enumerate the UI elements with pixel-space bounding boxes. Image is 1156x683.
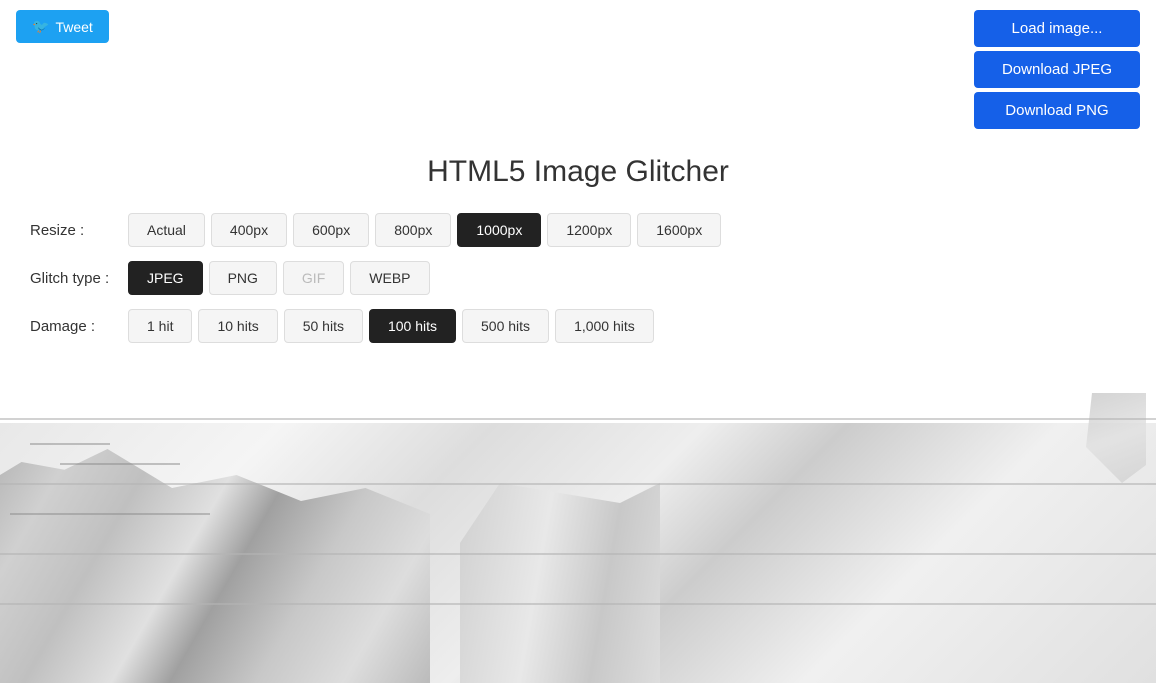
glitch-type-options: JPEG PNG GIF WEBP bbox=[128, 261, 430, 295]
glitch-gif[interactable]: GIF bbox=[283, 261, 344, 295]
damage-100hits[interactable]: 100 hits bbox=[369, 309, 456, 343]
glitch-main-right bbox=[460, 483, 660, 683]
resize-1000px[interactable]: 1000px bbox=[457, 213, 541, 247]
resize-400px[interactable]: 400px bbox=[211, 213, 287, 247]
tweet-label: Tweet bbox=[55, 19, 92, 35]
glitch-type-row: Glitch type : JPEG PNG GIF WEBP bbox=[30, 261, 1126, 295]
glitch-jpeg[interactable]: JPEG bbox=[128, 261, 203, 295]
glitch-line-1 bbox=[0, 418, 1156, 420]
resize-1600px[interactable]: 1600px bbox=[637, 213, 721, 247]
resize-1200px[interactable]: 1200px bbox=[547, 213, 631, 247]
twitter-bird-icon bbox=[32, 18, 49, 35]
resize-600px[interactable]: 600px bbox=[293, 213, 369, 247]
fragment-1 bbox=[30, 443, 110, 445]
resize-options: Actual 400px 600px 800px 1000px 1200px 1… bbox=[128, 213, 721, 247]
glitch-type-label: Glitch type : bbox=[30, 270, 120, 287]
glitch-png[interactable]: PNG bbox=[209, 261, 277, 295]
resize-row: Resize : Actual 400px 600px 800px 1000px… bbox=[30, 213, 1126, 247]
resize-label: Resize : bbox=[30, 222, 120, 239]
download-png-button[interactable]: Download PNG bbox=[974, 92, 1140, 129]
fragment-2 bbox=[60, 463, 180, 465]
resize-actual[interactable]: Actual bbox=[128, 213, 205, 247]
damage-1000hits[interactable]: 1,000 hits bbox=[555, 309, 654, 343]
damage-options: 1 hit 10 hits 50 hits 100 hits 500 hits … bbox=[128, 309, 654, 343]
damage-10hits[interactable]: 10 hits bbox=[198, 309, 277, 343]
damage-1hit[interactable]: 1 hit bbox=[128, 309, 192, 343]
glitch-line-2 bbox=[0, 483, 1156, 485]
top-bar: Tweet Load image... Download JPEG Downlo… bbox=[0, 0, 1156, 139]
resize-800px[interactable]: 800px bbox=[375, 213, 451, 247]
load-image-button[interactable]: Load image... bbox=[974, 10, 1140, 47]
download-jpeg-button[interactable]: Download JPEG bbox=[974, 51, 1140, 88]
damage-label: Damage : bbox=[30, 318, 120, 335]
canvas-area bbox=[0, 363, 1156, 683]
glitch-line-4 bbox=[0, 603, 1156, 605]
glitch-image-display bbox=[0, 363, 1156, 683]
right-buttons: Load image... Download JPEG Download PNG bbox=[974, 10, 1140, 129]
glitch-line-3 bbox=[0, 553, 1156, 555]
title-area: HTML5 Image Glitcher bbox=[0, 139, 1156, 213]
damage-row: Damage : 1 hit 10 hits 50 hits 100 hits … bbox=[30, 309, 1126, 343]
controls: Resize : Actual 400px 600px 800px 1000px… bbox=[0, 213, 1156, 343]
damage-500hits[interactable]: 500 hits bbox=[462, 309, 549, 343]
tweet-button[interactable]: Tweet bbox=[16, 10, 109, 43]
page-title: HTML5 Image Glitcher bbox=[0, 155, 1156, 189]
damage-50hits[interactable]: 50 hits bbox=[284, 309, 363, 343]
fragment-3 bbox=[10, 513, 210, 515]
glitch-webp[interactable]: WEBP bbox=[350, 261, 429, 295]
